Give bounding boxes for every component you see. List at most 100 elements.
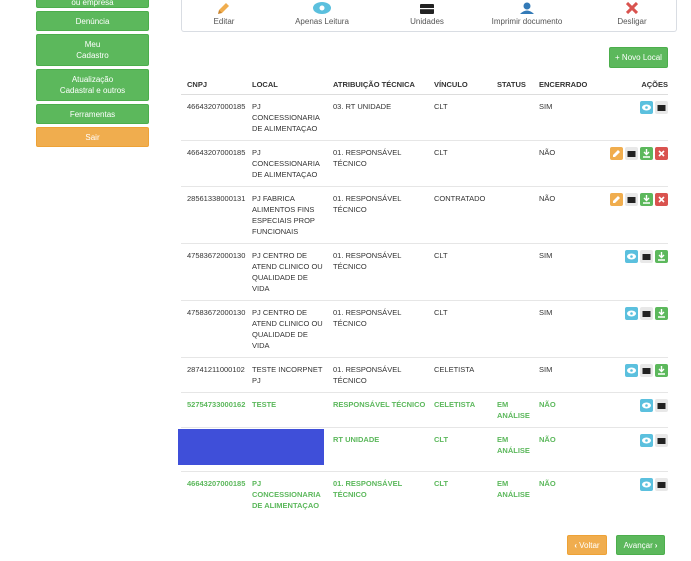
unidades-label: Unidades [410,17,444,26]
briefcase-icon [642,253,651,260]
view-button[interactable] [640,433,653,447]
eye-icon [313,2,331,14]
desligar-label: Desligar [617,17,647,26]
unidades-button[interactable] [640,249,653,263]
sidebar-item-label: ou empresa [71,0,114,7]
cell-redacted [178,426,327,471]
unidades-button[interactable] [625,146,638,160]
cell-atribuicao: 01. RESPONSÁVEL TÉCNICO [327,242,428,300]
unidades-button[interactable] [655,100,668,114]
editar-label: Editar [213,17,235,26]
cell-encerrado: SIM [533,356,591,392]
sidebar-item-empresa[interactable]: ou empresa [36,0,149,8]
download-icon [658,251,665,261]
cell-cnpj: 47583672000130 [181,299,246,357]
imprimir-button[interactable] [655,306,668,320]
cell-vinculo: CELETISTA [428,391,491,427]
unidades-button[interactable] [655,398,668,412]
cell-cnpj: 47583672000130 [181,242,246,300]
cell-acoes [591,93,668,140]
novo-local-label: + Novo Local [615,53,662,62]
view-button[interactable] [640,100,653,114]
table-row: 52754733000162 TESTE RESPONSÁVEL TÉCNICO… [181,391,668,427]
user-icon [520,2,534,14]
unidades-tool[interactable]: Unidades [404,0,450,31]
imprimir-button[interactable] [640,146,653,160]
cell-vinculo: CLT [428,93,491,140]
unidades-button[interactable] [655,477,668,491]
cell-local: PJ FABRICA ALIMENTOS FINS ESPECIAIS PROP… [246,185,327,243]
cell-status [491,185,533,243]
briefcase-icon [627,150,636,157]
table-row: 28741211000102 TESTE INCORPNET PJ 01. RE… [181,356,668,392]
sidebar-item-denuncia[interactable]: Denúncia [36,11,149,31]
view-button[interactable] [640,477,653,491]
apenas-leitura-label: Apenas Leitura [295,17,349,26]
table-row: 28561338000131 PJ FABRICA ALIMENTOS FINS… [181,185,668,243]
novo-local-button[interactable]: + Novo Local [609,47,668,68]
cell-atribuicao: 01. RESPONSÁVEL TÉCNICO [327,299,428,357]
header-acoes: AÇÕES [591,76,668,95]
imprimir-button[interactable] [655,363,668,377]
unidades-button[interactable] [625,192,638,206]
download-icon [643,148,650,158]
editar-tool[interactable]: Editar [204,0,244,31]
sidebar-item-ferramentas[interactable]: Ferramentas [36,104,149,124]
eye-icon [642,481,651,487]
avancar-label: Avançar [623,540,653,550]
cell-encerrado: NÃO [533,391,591,427]
download-icon [643,194,650,204]
imprimir-tool[interactable]: Imprimir documento [487,0,567,31]
voltar-button[interactable]: ‹ Voltar [567,535,607,555]
apenas-leitura-tool[interactable]: Apenas Leitura [284,0,360,31]
sidebar: ou empresa Denúncia Meu Cadastro Atualiz… [36,0,149,150]
briefcase-icon [657,402,666,409]
table-row: 46643207000185 PJ CONCESSIONARIA DE ALIM… [181,93,668,140]
cell-status: EM ANÁLISE [491,391,533,427]
cell-acoes [591,185,668,243]
imprimir-label: Imprimir documento [491,17,563,26]
download-icon [658,365,665,375]
cell-encerrado: SIM [533,242,591,300]
desligar-button[interactable] [655,192,668,206]
desligar-tool[interactable]: Desligar [614,0,650,31]
locais-table: CNPJ LOCAL ATRIBUIÇÃO TÉCNICA VÍNCULO ST… [178,76,668,517]
imprimir-button[interactable] [640,192,653,206]
desligar-button[interactable] [655,146,668,160]
redacted-block [178,428,324,465]
unidades-button[interactable] [640,363,653,377]
cell-acoes [591,242,668,300]
edit-button[interactable] [610,192,623,206]
imprimir-button[interactable] [655,249,668,263]
eye-icon [627,253,636,259]
cell-vinculo: CLT [428,426,491,471]
close-icon [626,2,638,14]
view-button[interactable] [640,398,653,412]
sidebar-item-label: Denúncia [75,16,110,26]
sidebar-item-sair[interactable]: Sair [36,127,149,147]
view-button[interactable] [625,306,638,320]
cell-local: PJ CONCESSIONARIA DE ALIMENTAÇAO [246,139,327,186]
header-vinculo: VÍNCULO [428,76,491,95]
cell-cnpj: 28741211000102 [181,356,246,392]
edit-button[interactable] [610,146,623,160]
header-cnpj: CNPJ [181,76,246,95]
cell-encerrado: NÃO [533,139,591,186]
cell-vinculo: CLT [428,242,491,300]
view-button[interactable] [625,249,638,263]
unidades-button[interactable] [655,433,668,447]
unidades-button[interactable] [640,306,653,320]
cell-encerrado: NÃO [533,470,591,517]
cell-vinculo: CLT [428,299,491,357]
cell-encerrado: SIM [533,93,591,140]
briefcase-icon [657,437,666,444]
legend-toolbar: Editar Apenas Leitura Unidades Imprimir … [181,0,677,32]
sidebar-item-meu-cadastro[interactable]: Meu Cadastro [36,34,149,66]
view-button[interactable] [625,363,638,377]
sidebar-item-atualizacao[interactable]: Atualização Cadastral e outros [36,69,149,101]
cell-atribuicao: 01. RESPONSÁVEL TÉCNICO [327,139,428,186]
app-root: ou empresa Denúncia Meu Cadastro Atualiz… [0,0,691,561]
cell-status [491,139,533,186]
cell-acoes [591,391,668,427]
avancar-button[interactable]: Avançar › [616,535,665,555]
